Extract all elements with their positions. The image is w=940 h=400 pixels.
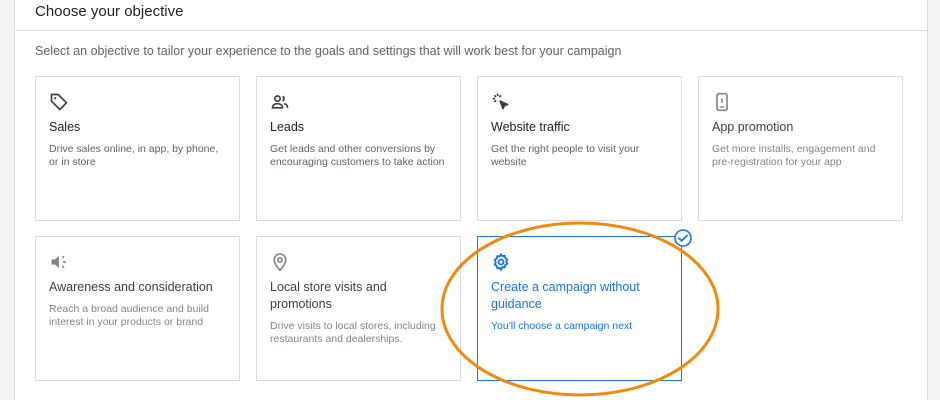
card-title: App promotion	[712, 120, 794, 134]
objective-card-local-store[interactable]: Local store visits and promotions Drive …	[256, 236, 461, 381]
card-description: Reach a broad audience and build interes…	[49, 303, 209, 328]
location-pin-icon	[270, 252, 292, 274]
card-description: Drive visits to local stores, including …	[270, 320, 436, 345]
card-title: Local store visits and promotions	[270, 280, 387, 311]
objective-card-awareness[interactable]: Awareness and consideration Reach a broa…	[35, 236, 240, 381]
objective-card-website-traffic[interactable]: Website traffic Get the right people to …	[477, 76, 682, 221]
objective-card-app-promotion[interactable]: App promotion Get more installs, engagem…	[698, 76, 903, 221]
panel-header: Choose your objective	[15, 0, 927, 31]
card-title: Website traffic	[491, 120, 570, 134]
card-title: Sales	[49, 120, 81, 134]
objective-card-no-guidance[interactable]: Create a campaign without guidance You'l…	[477, 236, 682, 381]
page-title: Choose your objective	[35, 3, 184, 20]
card-title: Awareness and consideration	[49, 280, 213, 294]
gear-icon	[491, 252, 513, 274]
people-icon	[270, 92, 292, 114]
cursor-click-icon	[491, 92, 513, 114]
megaphone-icon	[49, 252, 71, 274]
objective-card-leads[interactable]: Leads Get leads and other conversions by…	[256, 76, 461, 221]
phone-icon	[712, 92, 734, 114]
card-description: Get more installs, engagement and pre-re…	[712, 143, 876, 168]
card-description: Get the right people to visit your websi…	[491, 143, 640, 168]
card-description: Drive sales online, in app, by phone, or…	[49, 143, 219, 168]
objective-panel: Choose your objective Select an objectiv…	[14, 0, 928, 400]
instructions-text: Select an objective to tailor your exper…	[35, 44, 622, 58]
card-description: You'll choose a campaign next	[491, 320, 633, 332]
card-title: Create a campaign without guidance	[491, 280, 640, 311]
card-title: Leads	[270, 120, 305, 134]
card-description: Get leads and other conversions by encou…	[270, 143, 445, 168]
selected-check-icon	[674, 229, 692, 247]
tag-icon	[49, 92, 71, 114]
objective-card-sales[interactable]: Sales Drive sales online, in app, by pho…	[35, 76, 240, 221]
